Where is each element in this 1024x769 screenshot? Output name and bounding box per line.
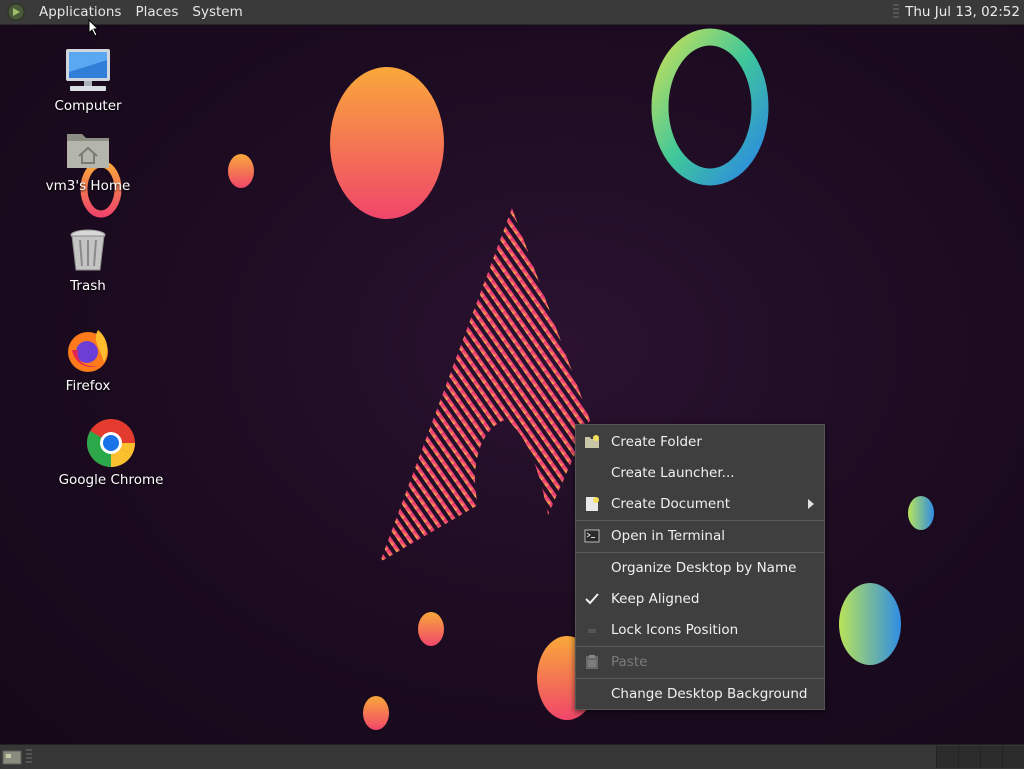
workspace-switcher-4[interactable] [1002, 746, 1024, 768]
menu-item-label: Create Folder [611, 434, 702, 450]
workspace-switcher-3[interactable] [980, 746, 1002, 768]
menu-item-label: Keep Aligned [611, 591, 700, 607]
menu-item-label: Paste [611, 654, 648, 670]
document-new-icon [586, 497, 599, 511]
desktop-context-menu: Create Folder Create Launcher... Create … [575, 424, 825, 710]
desktop-icon-label: Computer [54, 98, 122, 114]
desktop-icon-computer[interactable]: Computer [33, 46, 143, 114]
menu-item-label: Create Launcher... [611, 465, 735, 481]
chrome-icon [86, 419, 136, 467]
desktop-icon-chrome[interactable]: Google Chrome [56, 418, 166, 488]
desktop-icon-label: Trash [70, 278, 106, 294]
home-folder-icon [67, 134, 109, 168]
wallpaper-art [80, 28, 934, 730]
menu-item-label: Lock Icons Position [611, 622, 739, 638]
workspace-switcher-2[interactable] [958, 746, 980, 768]
mouse-cursor-icon [88, 19, 100, 37]
panel-grip[interactable] [26, 749, 32, 765]
menu-system[interactable]: System [185, 0, 249, 24]
menu-item-create-document[interactable]: Create Document [576, 489, 824, 519]
desktop-icon-firefox[interactable]: Firefox [33, 326, 143, 394]
desktop-icon-home[interactable]: vm3's Home [33, 126, 143, 194]
folder-new-icon [585, 435, 599, 448]
desktop[interactable]: Computer vm3's Home Trash Firefox Google… [0, 0, 1024, 768]
clock[interactable]: Thu Jul 13, 02:52 [905, 4, 1024, 20]
show-desktop-icon[interactable] [2, 748, 22, 766]
menu-item-keep-aligned[interactable]: Keep Aligned [576, 584, 824, 614]
menu-item-create-folder[interactable]: Create Folder [576, 427, 824, 457]
checkbox-unchecked-icon [588, 629, 596, 633]
trash-icon [70, 229, 106, 271]
mate-menu-icon[interactable] [7, 3, 25, 21]
menu-item-label: Create Document [611, 496, 731, 512]
menu-applications[interactable]: Applications [32, 0, 128, 24]
menu-places[interactable]: Places [128, 0, 185, 24]
panel-grip[interactable] [893, 4, 900, 20]
menu-item-label: Open in Terminal [611, 528, 725, 544]
menu-item-label: Organize Desktop by Name [611, 560, 797, 576]
menu-item-open-terminal[interactable]: Open in Terminal [576, 521, 824, 551]
menu-item-create-launcher[interactable]: Create Launcher... [576, 458, 824, 488]
workspace-switcher-1[interactable] [936, 746, 958, 768]
top-panel: Applications Places System Thu Jul 13, 0… [0, 0, 1024, 25]
submenu-arrow-icon [808, 499, 814, 509]
menu-item-paste[interactable]: Paste [576, 647, 824, 677]
desktop-icon-trash[interactable]: Trash [33, 226, 143, 294]
desktop-icon-label: Firefox [65, 378, 111, 394]
terminal-icon [584, 529, 600, 543]
desktop-icon-label: Google Chrome [58, 472, 164, 488]
menu-item-change-background[interactable]: Change Desktop Background [576, 679, 824, 709]
menu-item-label: Change Desktop Background [611, 686, 808, 702]
bottom-panel [0, 744, 1024, 769]
firefox-icon [68, 330, 108, 372]
menu-item-organize-by-name[interactable]: Organize Desktop by Name [576, 553, 824, 583]
computer-icon [66, 49, 110, 91]
menu-item-lock-icons-position[interactable]: Lock Icons Position [576, 615, 824, 645]
paste-icon [586, 655, 598, 669]
desktop-icon-label: vm3's Home [45, 178, 131, 194]
checkmark-icon [585, 593, 599, 605]
